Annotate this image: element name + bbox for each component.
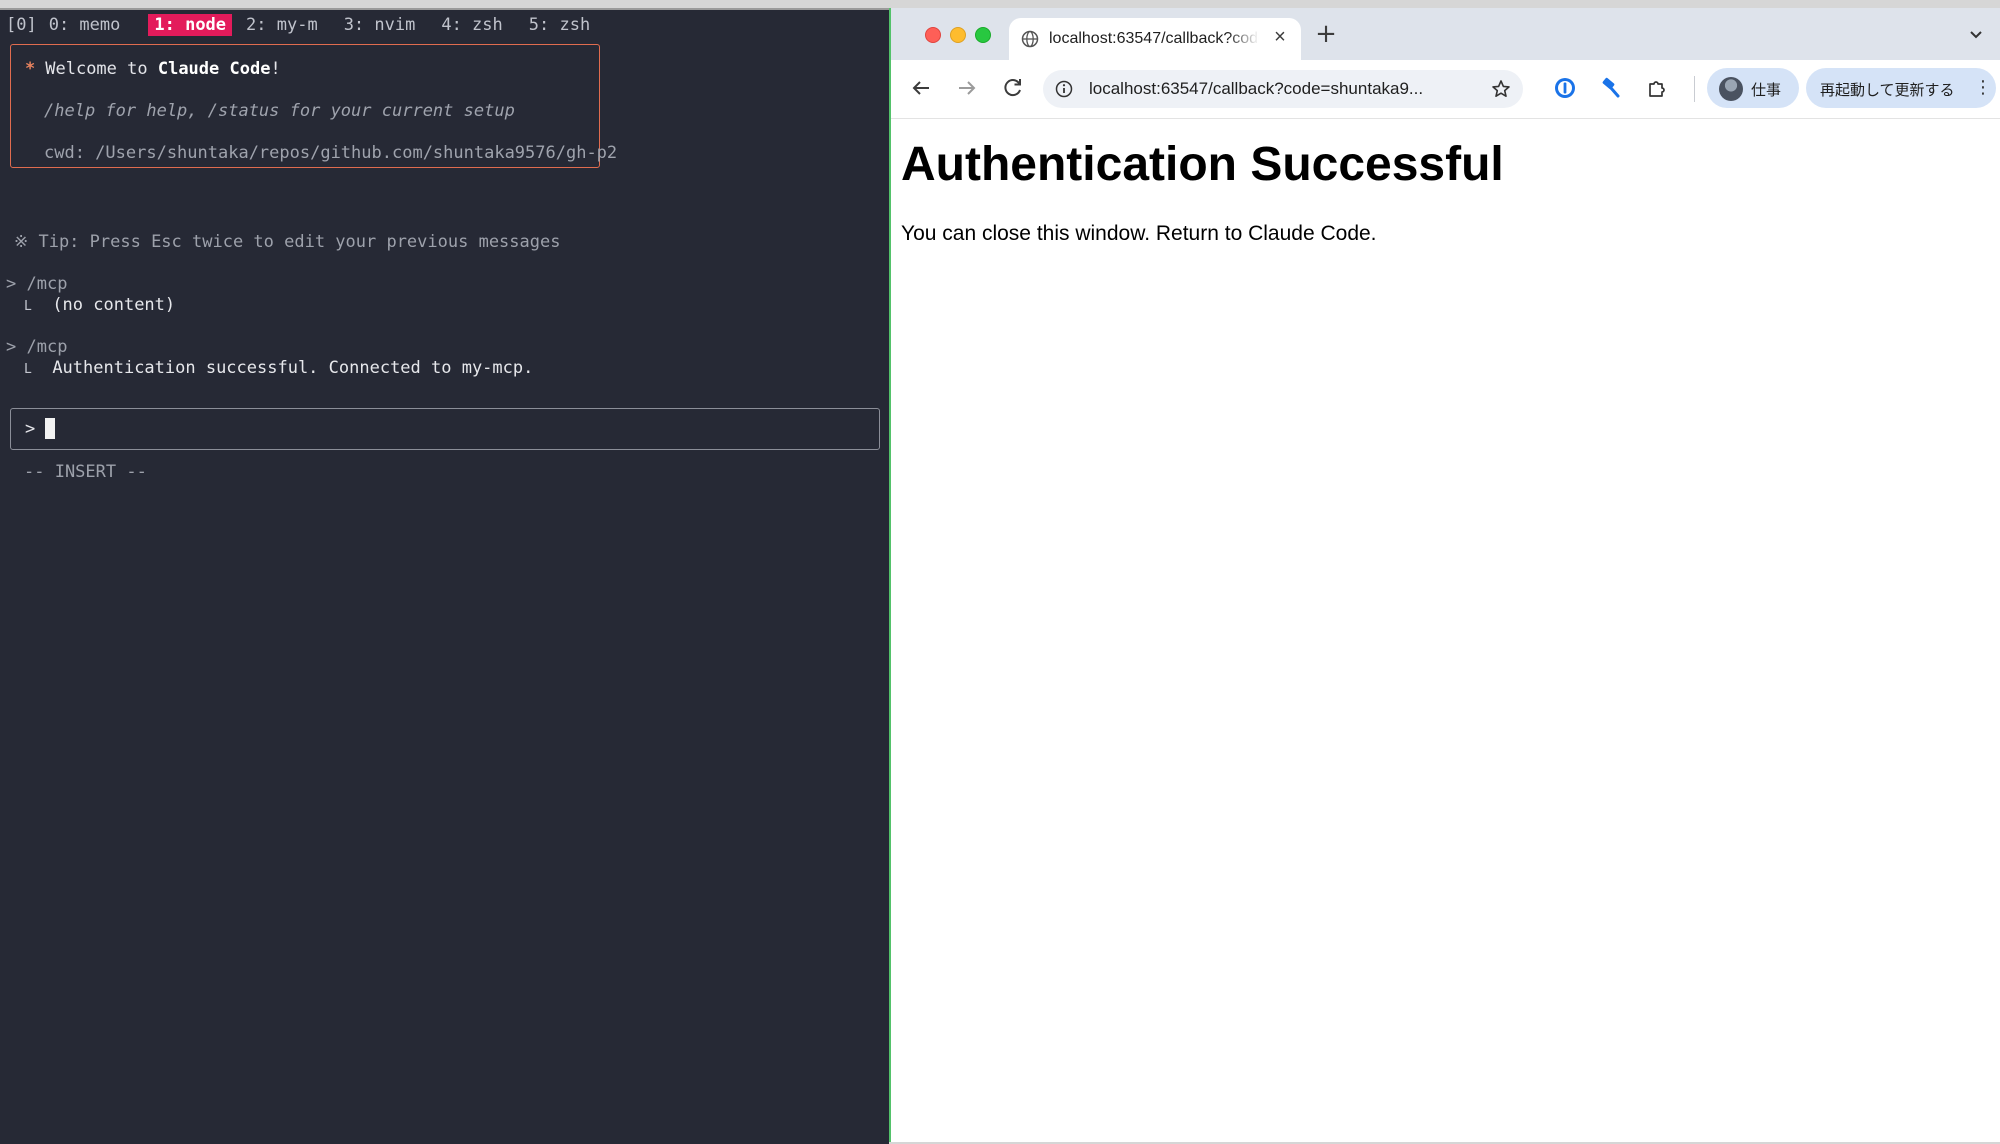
page-heading: Authentication Successful bbox=[901, 138, 1504, 191]
hammer-extension-icon[interactable] bbox=[1599, 76, 1623, 100]
tmux-window-1-active[interactable]: 1: node bbox=[148, 14, 233, 36]
welcome-prefix: Welcome to bbox=[45, 59, 158, 79]
tmux-status-bar: [0] 0: memo 1: node 2: my-m 3: nvim 4: z… bbox=[0, 12, 889, 38]
relaunch-to-update-button[interactable]: 再起動して更新する ⋮ bbox=[1806, 68, 1996, 108]
history-response-2: L Authentication successful. Connected t… bbox=[24, 358, 533, 378]
prompt-symbol: > bbox=[6, 337, 17, 357]
vim-mode-indicator: -- INSERT -- bbox=[24, 462, 147, 482]
tmux-window-3[interactable]: 3: nvim bbox=[338, 14, 422, 36]
history-command-1: > /mcp bbox=[6, 274, 67, 294]
globe-icon bbox=[1021, 30, 1039, 48]
tip-text: ※ Tip: Press Esc twice to edit your prev… bbox=[14, 232, 561, 252]
welcome-brand: Claude Code bbox=[157, 59, 271, 79]
close-window-button[interactable] bbox=[925, 27, 941, 43]
browser-window[interactable]: localhost:63547/callback?code=shuntaka9.… bbox=[889, 8, 2000, 1142]
command-text: /mcp bbox=[26, 274, 68, 294]
password-manager-extension-icon[interactable] bbox=[1553, 76, 1577, 100]
page-body-text: You can close this window. Return to Cla… bbox=[901, 222, 1377, 245]
tab-search-chevron-icon[interactable] bbox=[1962, 22, 1990, 48]
avatar bbox=[1719, 77, 1743, 101]
url-text[interactable]: localhost:63547/callback?code=shuntaka9.… bbox=[1089, 79, 1469, 99]
response-corner-glyph: L bbox=[24, 299, 32, 314]
response-text: (no content) bbox=[52, 295, 176, 315]
text-cursor bbox=[45, 418, 55, 439]
minimize-window-button[interactable] bbox=[950, 27, 966, 43]
tmux-window-4[interactable]: 4: zsh bbox=[435, 14, 508, 36]
profile-button[interactable]: 仕事 bbox=[1707, 68, 1799, 108]
command-text: /mcp bbox=[26, 337, 68, 357]
prompt-input-box[interactable]: > bbox=[10, 408, 880, 450]
toolbar-divider bbox=[1694, 76, 1695, 102]
page-content: Authentication Successful You can close … bbox=[891, 119, 2000, 1142]
welcome-heading: * Welcome to Claude Code! bbox=[25, 59, 281, 79]
prompt-symbol: > bbox=[6, 274, 17, 294]
tmux-window-5[interactable]: 5: zsh bbox=[523, 14, 596, 36]
tmux-window-2[interactable]: 2: my-m bbox=[240, 14, 324, 36]
response-text: Authentication successful. Connected to … bbox=[52, 358, 534, 378]
forward-arrow-icon[interactable] bbox=[953, 74, 981, 102]
history-command-2: > /mcp bbox=[6, 337, 67, 357]
welcome-suffix: ! bbox=[270, 59, 281, 79]
address-bar[interactable]: localhost:63547/callback?code=shuntaka9.… bbox=[1043, 70, 1523, 108]
tmux-session: [0] bbox=[6, 15, 37, 35]
welcome-help-text: /help for help, /status for your current… bbox=[44, 101, 515, 121]
site-info-icon[interactable] bbox=[1055, 80, 1073, 98]
new-tab-button[interactable]: + bbox=[1311, 20, 1341, 50]
bookmark-star-icon[interactable] bbox=[1491, 79, 1511, 99]
history-response-1: L (no content) bbox=[24, 295, 175, 315]
tmux-window-0[interactable]: 0: memo bbox=[43, 14, 127, 36]
tab-close-icon[interactable]: × bbox=[1269, 26, 1291, 48]
welcome-box: * Welcome to Claude Code! /help for help,… bbox=[10, 44, 617, 168]
input-prompt-symbol: > bbox=[25, 419, 36, 439]
zoom-window-button[interactable] bbox=[975, 27, 991, 43]
profile-label: 仕事 bbox=[1751, 81, 1782, 99]
terminal-window[interactable]: [0] 0: memo 1: node 2: my-m 3: nvim 4: z… bbox=[0, 8, 889, 1144]
kebab-menu-icon[interactable]: ⋮ bbox=[1974, 77, 1992, 99]
reload-icon[interactable] bbox=[999, 74, 1027, 102]
response-corner-glyph: L bbox=[24, 362, 32, 377]
update-label: 再起動して更新する bbox=[1820, 81, 1955, 99]
browser-tab-active[interactable]: localhost:63547/callback?code=shuntaka9.… bbox=[1009, 18, 1301, 60]
extensions-puzzle-icon[interactable] bbox=[1645, 76, 1669, 100]
welcome-cwd: cwd: /Users/shuntaka/repos/github.com/sh… bbox=[44, 143, 618, 163]
tab-title: localhost:63547/callback?code=shuntaka9.… bbox=[1049, 30, 1259, 47]
asterisk-icon: * bbox=[25, 59, 36, 79]
back-arrow-icon[interactable] bbox=[907, 74, 935, 102]
tab-strip: localhost:63547/callback?code=shuntaka9.… bbox=[891, 8, 2000, 60]
browser-toolbar: localhost:63547/callback?code=shuntaka9.… bbox=[891, 60, 2000, 119]
